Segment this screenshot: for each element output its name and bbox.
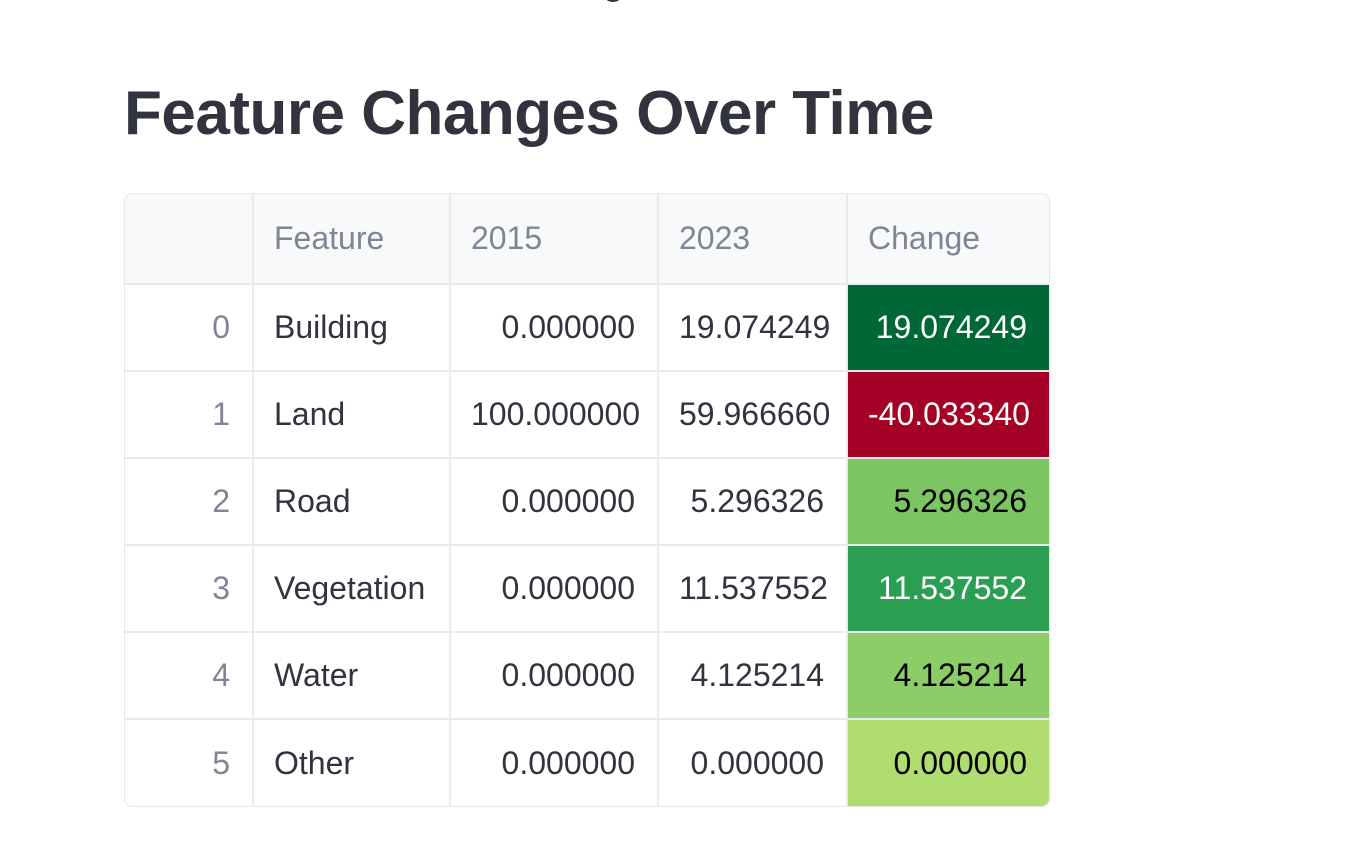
- table-row: 4 Water 0.000000 4.125214 4.125214: [125, 632, 1049, 720]
- header-index[interactable]: [125, 194, 254, 285]
- table-row: 0 Building 0.000000 19.074249 19.074249: [125, 284, 1049, 372]
- row-index: 2: [125, 458, 254, 546]
- feature-change-table: Feature 2015 2023 Change 0 Building 0.00…: [125, 194, 1049, 806]
- change-cell[interactable]: 11.537552: [847, 545, 1049, 633]
- change-cell[interactable]: -40.033340: [847, 371, 1049, 459]
- row-index: 3: [125, 545, 254, 633]
- dataframe-table[interactable]: Feature 2015 2023 Change 0 Building 0.00…: [124, 193, 1050, 807]
- value-2015-cell[interactable]: 100.000000: [450, 371, 659, 459]
- page-title: Feature Changes Over Time: [124, 79, 934, 148]
- value-2023-cell[interactable]: 59.966660: [658, 371, 848, 459]
- table-row: 5 Other 0.000000 0.000000 0.000000: [125, 719, 1049, 806]
- feature-cell[interactable]: Other: [253, 719, 451, 806]
- value-2023-cell[interactable]: 5.296326: [658, 458, 848, 546]
- row-index: 4: [125, 632, 254, 720]
- value-2023-cell[interactable]: 19.074249: [658, 284, 848, 372]
- change-cell[interactable]: 19.074249: [847, 284, 1049, 372]
- change-cell[interactable]: 0.000000: [847, 719, 1049, 806]
- feature-cell[interactable]: Road: [253, 458, 451, 546]
- table-row: 3 Vegetation 0.000000 11.537552 11.53755…: [125, 545, 1049, 633]
- value-2015-cell[interactable]: 0.000000: [450, 458, 659, 546]
- header-feature[interactable]: Feature: [253, 194, 451, 285]
- value-2015-cell[interactable]: 0.000000: [450, 632, 659, 720]
- value-2015-cell[interactable]: 0.000000: [450, 284, 659, 372]
- change-cell[interactable]: 4.125214: [847, 632, 1049, 720]
- value-2015-cell[interactable]: 0.000000: [450, 545, 659, 633]
- table-header-row: Feature 2015 2023 Change: [125, 194, 1049, 285]
- value-2023-cell[interactable]: 0.000000: [658, 719, 848, 806]
- header-change[interactable]: Change: [847, 194, 1049, 285]
- row-index: 5: [125, 719, 254, 806]
- change-cell[interactable]: 5.296326: [847, 458, 1049, 546]
- row-index: 0: [125, 284, 254, 372]
- table-row: 1 Land 100.000000 59.966660 -40.033340: [125, 371, 1049, 459]
- value-2023-cell[interactable]: 11.537552: [658, 545, 848, 633]
- streamlit-page: Feature Changes Over Time Feature 2015 2…: [0, 0, 1354, 856]
- feature-cell[interactable]: Land: [253, 371, 451, 459]
- cropped-text-fragment: [602, 0, 624, 2]
- row-index: 1: [125, 371, 254, 459]
- feature-cell[interactable]: Vegetation: [253, 545, 451, 633]
- header-2023[interactable]: 2023: [658, 194, 848, 285]
- feature-cell[interactable]: Building: [253, 284, 451, 372]
- feature-cell[interactable]: Water: [253, 632, 451, 720]
- header-2015[interactable]: 2015: [450, 194, 659, 285]
- value-2023-cell[interactable]: 4.125214: [658, 632, 848, 720]
- table-row: 2 Road 0.000000 5.296326 5.296326: [125, 458, 1049, 546]
- value-2015-cell[interactable]: 0.000000: [450, 719, 659, 806]
